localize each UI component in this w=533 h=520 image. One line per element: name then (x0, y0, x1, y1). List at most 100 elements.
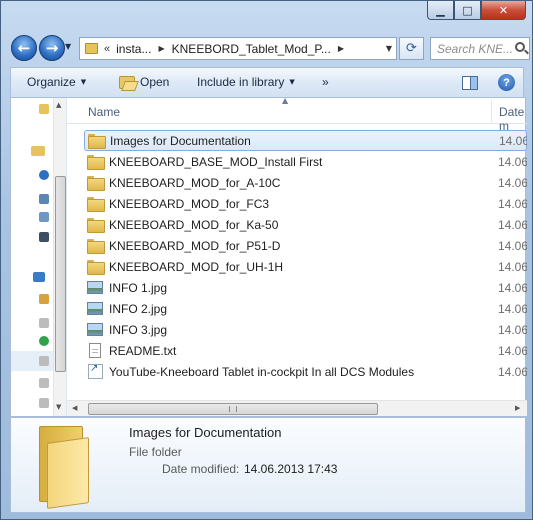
details-type: File folder (129, 445, 182, 459)
file-list: ▲ Name Date m Images for Documentation 1… (67, 98, 527, 416)
column-date-modified[interactable]: Date m (499, 105, 527, 133)
open-button[interactable]: Open (119, 75, 169, 89)
favorites-folder-icon[interactable] (31, 146, 45, 156)
file-name: KNEEBOARD_MOD_for_FC3 (109, 196, 270, 211)
drive-icon[interactable] (39, 378, 49, 388)
breadcrumb-overflow[interactable]: « (104, 43, 110, 55)
file-date: 14.06. (498, 196, 527, 211)
file-name: INFO 1.jpg (109, 280, 168, 295)
folder-icon[interactable] (39, 104, 49, 114)
search-input[interactable]: Search KNE... (430, 37, 530, 60)
maximize-button[interactable]: □ (454, 1, 481, 20)
file-name: KNEEBOARD_BASE_MOD_Install First (109, 154, 323, 169)
folder-icon (85, 43, 98, 54)
scroll-left-icon[interactable]: ◀ (72, 404, 77, 412)
list-item[interactable]: Images for Documentation 14.06. (84, 130, 527, 151)
address-dropdown[interactable]: ▼ (386, 44, 392, 53)
horizontal-scrollbar[interactable]: ◀ ▶ (67, 400, 527, 416)
list-item[interactable]: KNEEBOARD_MOD_for_P51-D 14.06. (84, 235, 527, 256)
image-file-icon (87, 302, 103, 315)
scroll-down-icon[interactable]: ▼ (56, 403, 61, 411)
column-name[interactable]: Name (88, 105, 120, 119)
more-commands-button[interactable]: » (322, 75, 329, 89)
drive-icon[interactable] (39, 336, 49, 346)
list-item[interactable]: KNEEBOARD_BASE_MOD_Install First 14.06. (84, 151, 527, 172)
drive-icon[interactable] (39, 318, 49, 328)
list-item[interactable]: README.txt 14.06. (84, 340, 527, 361)
drive-icon[interactable] (39, 356, 49, 366)
videos-icon[interactable] (39, 232, 49, 242)
scrollbar-thumb[interactable] (88, 403, 378, 415)
list-item[interactable]: INFO 2.jpg 14.06. (84, 298, 527, 319)
list-item[interactable]: INFO 3.jpg 14.06. (84, 319, 527, 340)
forward-button[interactable]: → (39, 35, 65, 61)
explorer-window: ▁ □ ✕ ← → ▼ « insta... ▶ KNEEBORD_Tablet… (0, 0, 533, 520)
folder-icon (35, 426, 95, 509)
preview-pane-icon[interactable] (462, 76, 478, 90)
chevron-down-icon: ▼ (80, 78, 87, 86)
caption-buttons: ▁ □ ✕ (427, 1, 526, 20)
close-button[interactable]: ✕ (481, 1, 526, 20)
homegroup-icon[interactable] (39, 294, 49, 304)
details-modified-value: 14.06.2013 17:43 (244, 462, 338, 476)
help-icon[interactable]: ? (498, 74, 515, 91)
minimize-button[interactable]: ▁ (427, 1, 454, 20)
file-name: KNEEBOARD_MOD_for_P51-D (109, 238, 281, 253)
search-placeholder: Search KNE... (437, 41, 514, 56)
more-commands-label: » (322, 75, 329, 89)
list-item[interactable]: KNEEBOARD_MOD_for_UH-1H 14.06. (84, 256, 527, 277)
file-name: KNEEBOARD_MOD_for_UH-1H (109, 259, 284, 274)
list-item[interactable]: KNEEBOARD_MOD_for_A-10C 14.06. (84, 172, 527, 193)
file-date: 14.06. (498, 259, 527, 274)
file-date: 14.06. (498, 217, 527, 232)
breadcrumb-segment[interactable]: insta... (116, 42, 151, 56)
folder-icon (87, 155, 105, 170)
music-icon[interactable] (39, 170, 49, 180)
list-item[interactable]: KNEEBOARD_MOD_for_Ka-50 14.06. (84, 214, 527, 235)
column-divider[interactable] (491, 100, 492, 122)
content-area: ▲ ▼ ▲ Name Date m Images for Documentati… (10, 97, 527, 417)
list-item[interactable]: YouTube-Kneeboard Tablet in-cockpit In a… (84, 361, 527, 382)
file-date: 14.06. (498, 322, 527, 337)
command-bar: Organize ▼ Open Include in library ▼ » ? (10, 67, 524, 97)
breadcrumb-segment[interactable]: KNEEBORD_Tablet_Mod_P... (172, 42, 331, 56)
scrollbar-grip (229, 406, 237, 412)
scrollbar-thumb[interactable] (55, 176, 66, 372)
computer-icon[interactable] (33, 272, 45, 282)
nav-scrollbar[interactable]: ▲ ▼ (53, 98, 66, 416)
shortcut-icon (88, 363, 103, 379)
back-button[interactable]: ← (11, 35, 37, 61)
organize-label: Organize (27, 75, 76, 89)
pictures-icon[interactable] (39, 212, 49, 222)
music-note-icon[interactable] (39, 194, 49, 204)
scroll-right-icon[interactable]: ▶ (515, 404, 520, 412)
scroll-up-icon[interactable]: ▲ (56, 101, 61, 109)
navigation-bar: ← → ▼ « insta... ▶ KNEEBORD_Tablet_Mod_P… (9, 33, 530, 63)
details-modified-label: Date modified: (162, 462, 240, 476)
details-pane: Images for Documentation File folder Dat… (10, 417, 526, 513)
list-item[interactable]: INFO 1.jpg 14.06. (84, 277, 527, 298)
text-file-icon (89, 343, 101, 358)
file-date: 14.06. (498, 280, 527, 295)
file-name: Images for Documentation (110, 133, 251, 148)
file-date: 14.06. (498, 238, 527, 253)
recent-pages-dropdown[interactable]: ▼ (65, 42, 71, 51)
chevron-down-icon: ▼ (289, 78, 295, 86)
drive-icon[interactable] (39, 398, 49, 408)
chevron-right-icon[interactable]: ▶ (158, 44, 164, 53)
file-date: 14.06. (498, 343, 527, 358)
include-in-library-label: Include in library (197, 75, 285, 89)
folder-icon (87, 239, 105, 254)
file-date: 14.06. (498, 364, 527, 379)
organize-button[interactable]: Organize ▼ (27, 75, 86, 89)
open-folder-icon (119, 75, 135, 89)
file-date: 14.06. (499, 133, 527, 148)
refresh-button[interactable]: ⟳ (399, 37, 424, 60)
list-item[interactable]: KNEEBOARD_MOD_for_FC3 14.06. (84, 193, 527, 214)
folder-front (47, 437, 89, 509)
navigation-pane: ▲ ▼ (11, 98, 67, 416)
include-in-library-button[interactable]: Include in library ▼ (197, 75, 295, 89)
file-name: YouTube-Kneeboard Tablet in-cockpit In a… (109, 364, 415, 379)
chevron-right-icon[interactable]: ▶ (338, 44, 344, 53)
address-bar[interactable]: « insta... ▶ KNEEBORD_Tablet_Mod_P... ▶ … (79, 37, 397, 60)
